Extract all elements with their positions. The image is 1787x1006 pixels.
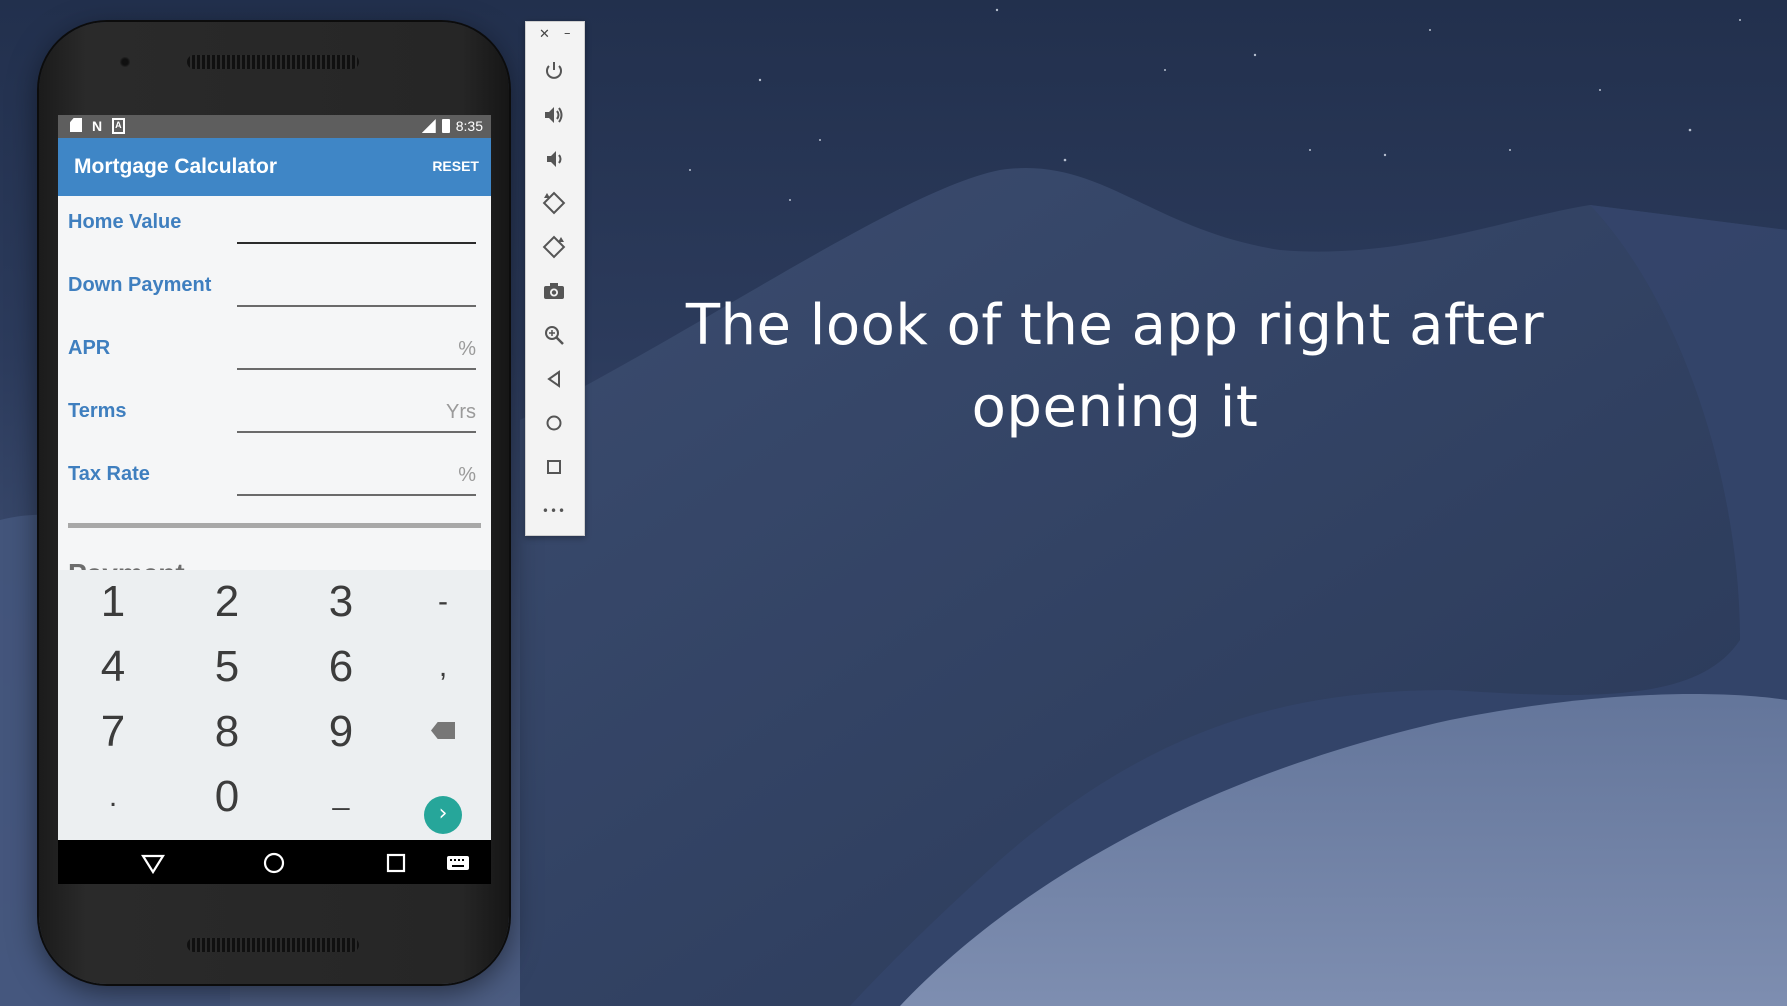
tax-rate-input[interactable]: % xyxy=(237,458,476,496)
more-icon[interactable]: ••• xyxy=(541,498,567,524)
emulator-toolbar: ✕ – ••• xyxy=(525,21,585,536)
key-minus[interactable]: - xyxy=(393,572,491,632)
caption-line-2: opening it xyxy=(971,375,1259,440)
clock: 8:35 xyxy=(455,118,483,134)
home-circle-icon[interactable] xyxy=(261,850,287,876)
tax-rate-suffix: % xyxy=(458,464,476,486)
key-space[interactable]: _ xyxy=(291,765,391,825)
down-payment-row: Down Payment xyxy=(68,259,481,322)
home-value-label: Home Value xyxy=(68,211,182,233)
battery-icon xyxy=(441,119,450,133)
zoom-icon[interactable] xyxy=(541,322,567,348)
apr-input[interactable]: % xyxy=(237,332,476,370)
top-speaker xyxy=(187,55,359,69)
key-5[interactable]: 5 xyxy=(177,637,277,697)
android-phone-frame: N A 8:35 Mortgage Calculator RESET Home … xyxy=(39,22,509,984)
minimize-icon[interactable]: – xyxy=(564,26,571,41)
down-payment-input[interactable] xyxy=(237,269,476,307)
key-1[interactable]: 1 xyxy=(63,572,163,632)
rotate-left-icon[interactable] xyxy=(541,190,567,216)
status-bar: N A 8:35 xyxy=(58,115,491,138)
apr-label: APR xyxy=(68,337,111,359)
terms-input[interactable]: Yrs xyxy=(237,395,476,433)
bottom-speaker xyxy=(187,938,359,952)
android-nav-bar xyxy=(58,840,491,884)
reset-button[interactable]: RESET xyxy=(432,158,479,174)
back-icon[interactable] xyxy=(541,366,567,392)
key-4[interactable]: 4 xyxy=(63,637,163,697)
key-8[interactable]: 8 xyxy=(177,702,277,762)
backspace-icon[interactable] xyxy=(431,722,455,739)
n-icon: N xyxy=(92,118,103,134)
volume-up-icon[interactable] xyxy=(541,102,567,128)
tax-rate-label: Tax Rate xyxy=(68,463,150,485)
home-value-row: Home Value xyxy=(68,196,481,259)
mortgage-form: Home Value Down Payment APR % Terms Yrs … xyxy=(58,196,491,511)
key-3[interactable]: 3 xyxy=(291,572,391,632)
key-comma[interactable]: , xyxy=(393,637,491,697)
back-triangle-icon[interactable] xyxy=(140,850,166,876)
app-bar: Mortgage Calculator RESET xyxy=(58,138,491,196)
apr-suffix: % xyxy=(458,338,476,360)
home-icon[interactable] xyxy=(541,410,567,436)
toolbar-header: ✕ – xyxy=(526,22,584,48)
key-dot[interactable]: . xyxy=(63,767,163,827)
terms-row: Terms Yrs xyxy=(68,385,481,448)
terms-suffix: Yrs xyxy=(446,401,476,423)
volume-down-icon[interactable] xyxy=(541,146,567,172)
numeric-keypad: 1 2 3 - 4 5 6 , 7 8 9 . 0 _ › xyxy=(58,570,491,840)
key-0[interactable]: 0 xyxy=(177,767,277,827)
rotate-right-icon[interactable] xyxy=(541,234,567,260)
front-camera xyxy=(120,57,130,67)
key-7[interactable]: 7 xyxy=(63,702,163,762)
a-icon: A xyxy=(112,118,125,134)
tax-rate-row: Tax Rate % xyxy=(68,448,481,511)
phone-screen: N A 8:35 Mortgage Calculator RESET Home … xyxy=(58,115,491,884)
close-icon[interactable]: ✕ xyxy=(539,27,550,42)
key-2[interactable]: 2 xyxy=(177,572,277,632)
section-divider xyxy=(68,523,481,528)
overview-icon[interactable] xyxy=(541,454,567,480)
slide-caption: The look of the app right after opening … xyxy=(650,285,1580,449)
signal-icon xyxy=(421,119,436,133)
key-9[interactable]: 9 xyxy=(291,702,391,762)
keyboard-icon[interactable] xyxy=(445,850,471,876)
caption-line-1: The look of the app right after xyxy=(685,293,1545,358)
down-payment-label: Down Payment xyxy=(68,274,212,296)
next-arrow-icon[interactable]: › xyxy=(424,796,462,834)
app-title: Mortgage Calculator xyxy=(74,155,278,178)
terms-label: Terms xyxy=(68,400,127,422)
sd-card-icon xyxy=(70,118,82,132)
key-6[interactable]: 6 xyxy=(291,637,391,697)
camera-icon[interactable] xyxy=(541,278,567,304)
recents-square-icon[interactable] xyxy=(383,850,409,876)
home-value-input[interactable] xyxy=(237,206,476,244)
apr-row: APR % xyxy=(68,322,481,385)
power-icon[interactable] xyxy=(541,58,567,84)
